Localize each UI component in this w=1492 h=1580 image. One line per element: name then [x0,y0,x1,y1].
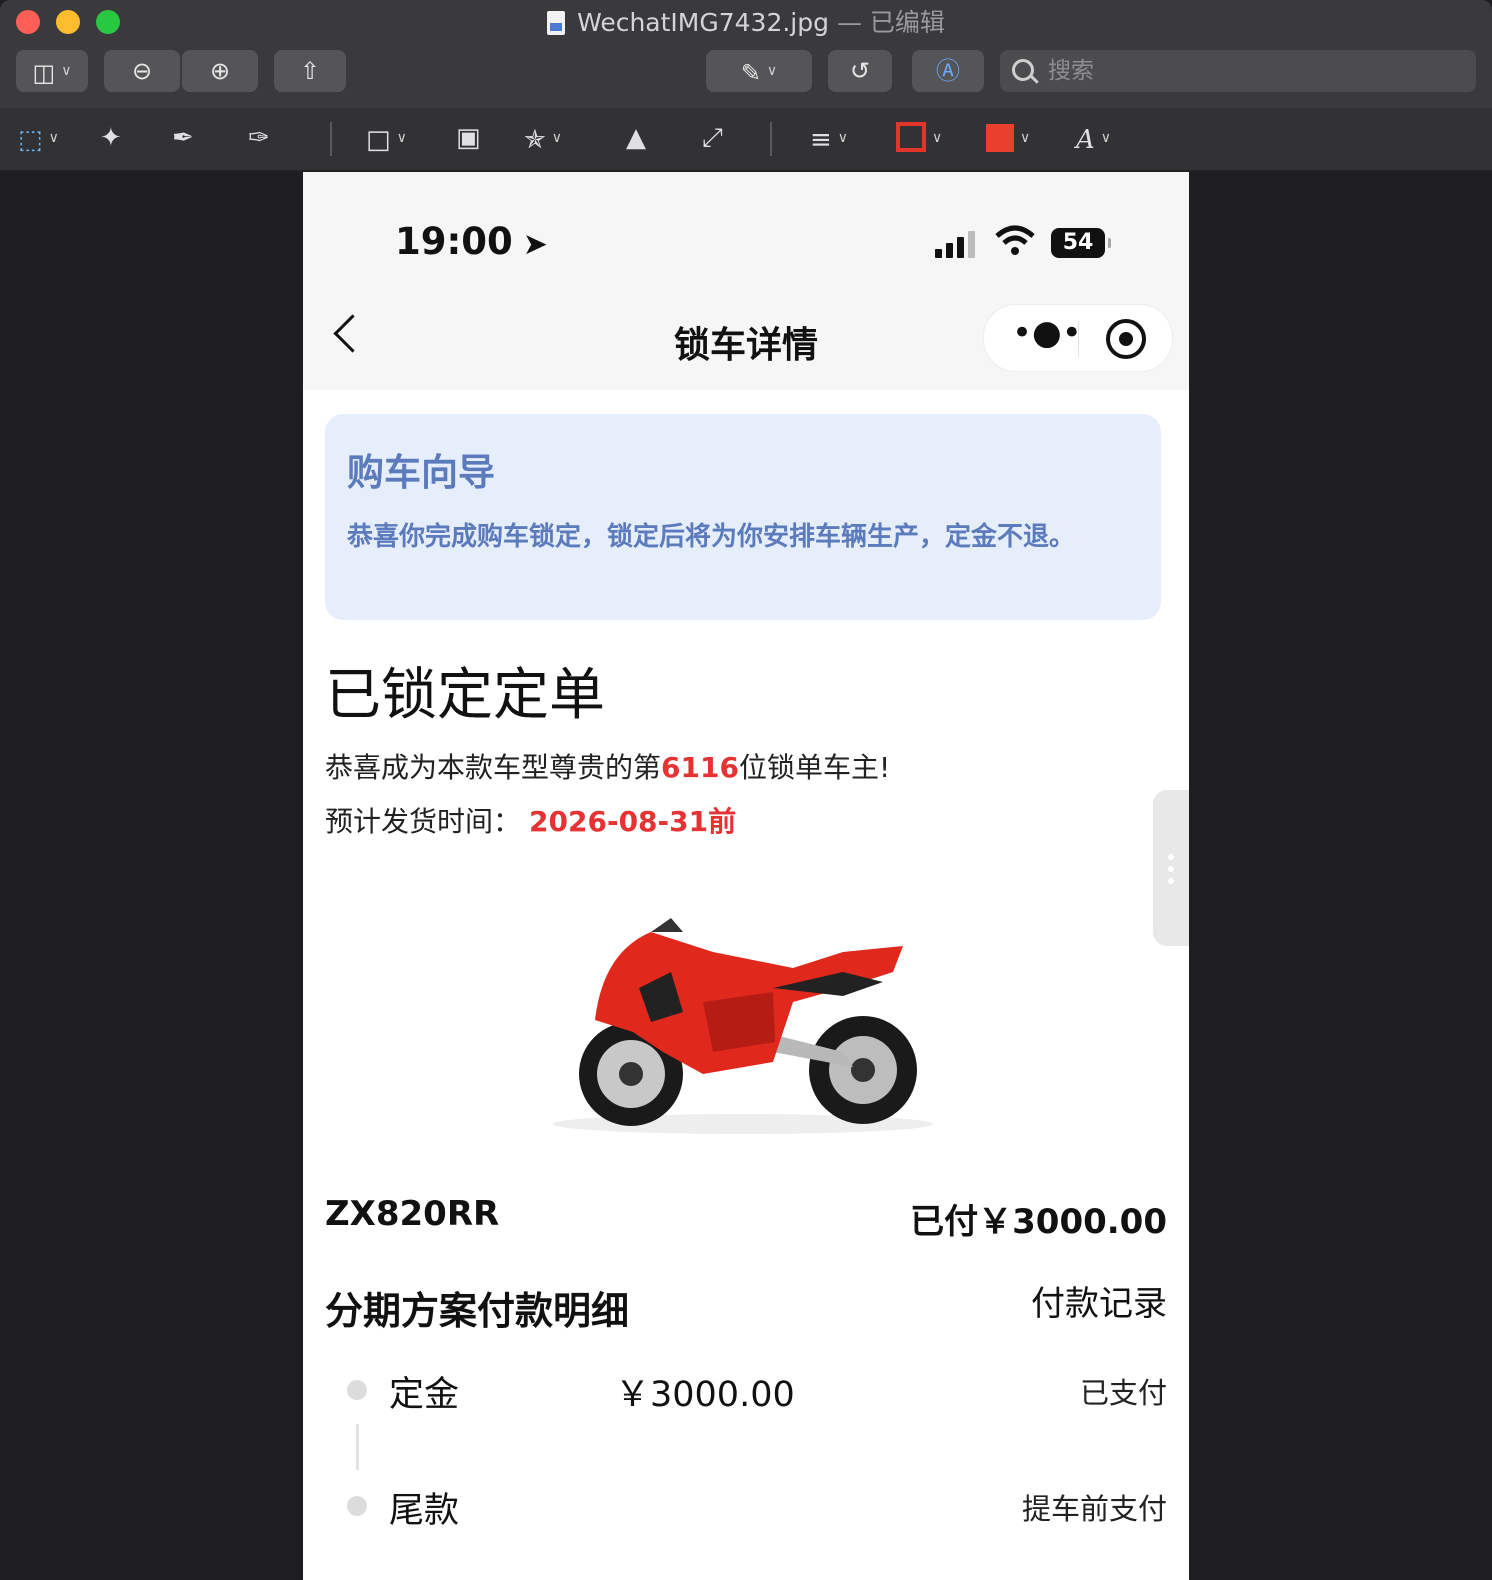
zoom-out-button[interactable]: ⊖ [104,50,180,92]
plan-row-label: 尾款 [389,1491,460,1531]
text-style-tool[interactable]: A ∨ [1076,122,1112,155]
payment-records-link[interactable]: 付款记录 [1031,1276,1167,1325]
chevron-down-icon: ∨ [396,130,407,146]
motorcycle-image [553,918,933,1134]
status-time: 19:00 ➤ [395,220,548,263]
chevron-down-icon: ∨ [48,130,59,146]
image-canvas: 19:00 ➤ 54 锁车详情 •●• 购车向导 恭喜你完成购车锁定，锁定后将为你… [303,172,1189,1580]
fill-color-icon [986,124,1014,152]
ship-date: 2026-08-31前 [529,805,737,838]
edited-status: — 已编辑 [829,8,945,37]
markup-pen-button[interactable]: ✎ ∨ [706,50,812,92]
close-target-icon[interactable] [1106,319,1146,359]
adjust-color-icon: ▲ [626,123,646,153]
capsule-divider [1078,321,1079,357]
adjust-size-tool[interactable]: ⤢ [702,122,723,154]
shape-style-tool[interactable]: ≡ ∨ [810,122,849,155]
toolbar-divider [770,122,772,156]
markup-toolbar: ⬚ ∨ ✦ ✒ ✑ □ ∨ ▣ ✯ ∨ ▲ ⤢ ≡ ∨ ∨ ∨ A ∨ [0,108,1492,171]
border-color-tool[interactable]: ∨ [896,122,942,154]
search-field[interactable]: 搜索 [1000,50,1476,92]
markup-toolbar-toggle[interactable]: Ⓐ [912,50,984,92]
share-icon: ⇧ [299,57,321,85]
draw-tool[interactable]: ✑ [248,122,270,154]
shapes-tool[interactable]: □ ∨ [366,122,407,155]
vehicle-model: ZX820RR [325,1194,500,1234]
adjust-size-icon: ⤢ [702,123,723,153]
owner-rank: 6116 [661,751,739,784]
sketch-icon: ✒ [172,123,194,153]
mini-program-capsule: •●• [983,304,1173,372]
side-drawer-handle[interactable] [1153,790,1189,946]
plan-row-amount: ￥3000.00 [615,1375,795,1415]
sketch-tool[interactable]: ✒ [172,122,194,154]
document-icon [547,11,566,35]
chevron-down-icon: ∨ [1020,130,1031,146]
location-arrow-icon: ➤ [522,227,548,262]
zoom-in-button[interactable]: ⊕ [182,50,258,92]
battery-indicator: 54 [1051,228,1111,258]
text-style-icon: A [1076,125,1095,155]
rectangular-selection-icon: ⬚ [18,125,43,155]
mini-program-nav-bar: 锁车详情 •●• [303,290,1189,390]
zoom-in-icon: ⊕ [209,57,231,85]
share-button[interactable]: ⇧ [274,50,346,92]
paid-amount: 已付￥3000.00 [910,1202,1167,1242]
purchase-guide-card: 购车向导 恭喜你完成购车锁定，锁定后将为你安排车辆生产，定金不退。 [325,414,1161,620]
instant-alpha-icon: ✦ [100,123,122,153]
annotate-icon: Ⓐ [936,57,960,85]
fill-color-tool[interactable]: ∨ [986,122,1030,154]
congrats-line: 恭喜成为本款车型尊贵的第6116位锁单车主! [325,746,890,786]
congrats-prefix: 恭喜成为本款车型尊贵的第 [325,751,662,784]
installment-plan-title: 分期方案付款明细 [325,1289,630,1333]
toolbar-divider [330,122,332,156]
chevron-down-icon: ∨ [932,130,943,146]
search-icon [1012,59,1034,81]
rectangular-selection-tool[interactable]: ⬚ ∨ [18,122,59,155]
draw-icon: ✑ [248,123,270,153]
wifi-icon [995,225,1035,255]
timeline-dot [347,1496,367,1516]
chevron-down-icon: ∨ [551,130,563,146]
instant-alpha-tool[interactable]: ✦ [100,122,122,154]
chevron-down-icon: ∨ [1100,130,1112,146]
text-box-tool[interactable]: ▣ [456,122,481,154]
text-box-icon: ▣ [456,123,481,153]
title-bar: WechatIMG7432.jpg — 已编辑 ◫ ∨ ⊖ ⊕ ⇧ ✎ ∨ ↺ Ⓐ … [0,0,1492,109]
file-name: WechatIMG7432.jpg [577,8,829,37]
preview-window: WechatIMG7432.jpg — 已编辑 ◫ ∨ ⊖ ⊕ ⇧ ✎ ∨ ↺ Ⓐ … [0,0,1492,1580]
shipping-line: 预计发货时间： 2026-08-31前 [325,800,736,840]
guide-title: 购车向导 [347,451,495,494]
window-title: WechatIMG7432.jpg — 已编辑 [0,6,1492,40]
plan-row-status: 提车前支付 [1021,1492,1167,1526]
ship-label: 预计发货时间： [325,805,522,838]
sidebar-icon: ◫ [32,59,56,87]
locked-order-title: 已锁定定单 [325,663,605,728]
shapes-icon: □ [366,125,391,155]
rotate-button[interactable]: ↺ [828,50,892,92]
adjust-color-tool[interactable]: ▲ [626,122,646,154]
plan-row-status: 已支付 [1079,1376,1167,1410]
more-dots-icon[interactable]: •●• [1012,313,1082,353]
guide-text: 恭喜你完成购车锁定，锁定后将为你安排车辆生产，定金不退。 [347,522,1076,552]
signature-tool[interactable]: ✯ ∨ [524,122,563,155]
timeline-dot [347,1380,367,1400]
plan-row-label: 定金 [389,1375,460,1415]
rotate-icon: ↺ [849,57,871,85]
chevron-down-icon: ∨ [837,130,849,146]
time-text: 19:00 [395,220,513,263]
chevron-down-icon: ∨ [61,63,72,79]
chevron-down-icon: ∨ [766,63,778,79]
timeline-connector [356,1424,359,1470]
search-placeholder: 搜索 [1048,58,1094,84]
border-color-icon [896,122,926,152]
zoom-out-icon: ⊖ [131,57,153,85]
congrats-suffix: 位锁单车主! [738,751,891,784]
status-bar: 19:00 ➤ 54 [303,172,1189,290]
sidebar-toggle-button[interactable]: ◫ ∨ [16,50,88,92]
signature-icon: ✯ [524,125,546,155]
shape-style-icon: ≡ [810,125,832,155]
markup-pen-icon: ✎ [740,59,761,87]
